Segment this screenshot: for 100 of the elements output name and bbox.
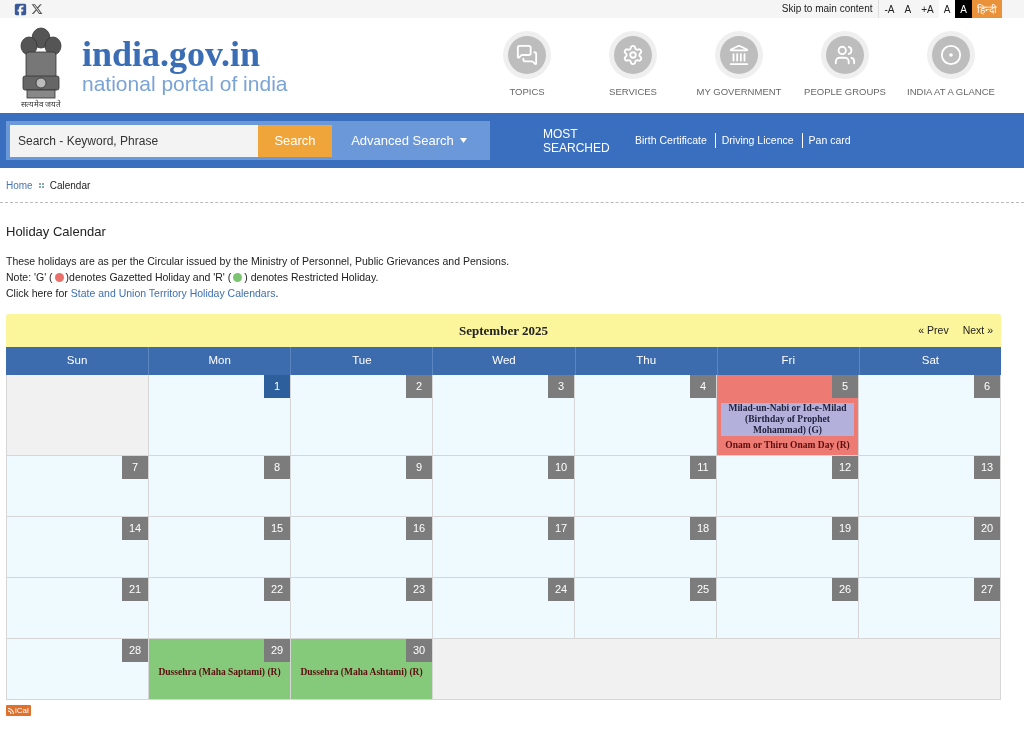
day-cell[interactable]: 27 bbox=[859, 578, 1001, 639]
gear-icon bbox=[622, 44, 644, 67]
advanced-search-button[interactable]: Advanced Search bbox=[332, 124, 486, 157]
text-option-button[interactable]: हिन्दी bbox=[972, 0, 1002, 18]
day-number: 3 bbox=[548, 375, 574, 398]
facebook-icon[interactable] bbox=[14, 2, 27, 16]
day-number: 24 bbox=[548, 578, 574, 601]
day-cell[interactable]: 3 bbox=[433, 375, 575, 456]
day-cell[interactable]: 4 bbox=[575, 375, 717, 456]
nav-link[interactable]: SERVICES bbox=[580, 31, 686, 100]
day-number: 22 bbox=[264, 578, 290, 601]
holiday-name[interactable]: Dussehra (Maha Ashtami) (R) bbox=[300, 667, 423, 678]
day-cell[interactable]: 1 bbox=[149, 375, 291, 456]
day-number: 12 bbox=[832, 456, 858, 479]
day-cell[interactable]: 23 bbox=[291, 578, 433, 639]
day-number: 4 bbox=[690, 375, 716, 398]
building-icon bbox=[728, 44, 750, 67]
day-number: 6 bbox=[974, 375, 1000, 398]
nav-link[interactable]: PEOPLE GROUPS bbox=[792, 31, 898, 100]
day-number: 20 bbox=[974, 517, 1000, 540]
day-number: 27 bbox=[974, 578, 1000, 601]
day-cell[interactable]: 26 bbox=[717, 578, 859, 639]
weekday-header: Sun bbox=[65, 353, 89, 369]
site-logo-text[interactable]: india.gov.in bbox=[82, 35, 288, 72]
day-number: 19 bbox=[832, 517, 858, 540]
day-number: 7 bbox=[122, 456, 148, 479]
day-cell[interactable]: 19 bbox=[717, 517, 859, 578]
day-number: 16 bbox=[406, 517, 432, 540]
day-cell[interactable]: 11 bbox=[575, 456, 717, 517]
day-number: 15 bbox=[264, 517, 290, 540]
day-cell[interactable]: 10 bbox=[433, 456, 575, 517]
breadcrumb-current: Calendar bbox=[49, 178, 91, 193]
day-number: 25 bbox=[690, 578, 716, 601]
next-link[interactable]: Next » bbox=[962, 322, 993, 339]
day-cell[interactable]: 5 Milad-un-Nabi or Id-e-Milad (Birthday of Prophet Mohammad) (G) Onam or Thiru Onam Day (R) bbox=[717, 375, 859, 456]
most-searched-link[interactable]: Birth Certificate bbox=[635, 132, 707, 149]
day-cell[interactable]: 17 bbox=[433, 517, 575, 578]
day-cell[interactable]: 14 bbox=[7, 517, 149, 578]
day-number: 28 bbox=[122, 639, 148, 662]
x-icon[interactable] bbox=[31, 3, 43, 15]
note-text: )denotes Gazetted Holiday and 'R' ( bbox=[65, 270, 232, 285]
day-number: 14 bbox=[122, 517, 148, 540]
note-text: ) denotes Restricted Holiday. bbox=[244, 270, 379, 285]
circle-icon bbox=[940, 44, 962, 67]
day-number: 26 bbox=[832, 578, 858, 601]
caret-icon bbox=[459, 138, 467, 143]
chat-icon bbox=[516, 44, 538, 67]
holiday-name[interactable]: Milad-un-Nabi or Id-e-Milad (Birthday of Prophet Mohammad) (G) bbox=[721, 403, 854, 436]
motto-text: सत्यमेव जयते bbox=[20, 99, 62, 110]
day-number: 9 bbox=[406, 456, 432, 479]
day-cell[interactable]: 8 bbox=[149, 456, 291, 517]
day-cell[interactable]: 15 bbox=[149, 517, 291, 578]
holiday-name[interactable]: Dussehra (Maha Saptami) (R) bbox=[158, 667, 281, 678]
day-number: 21 bbox=[122, 578, 148, 601]
day-cell[interactable]: 12 bbox=[717, 456, 859, 517]
day-cell[interactable]: 28 bbox=[7, 639, 149, 700]
day-cell[interactable]: 7 bbox=[7, 456, 149, 517]
day-cell[interactable]: 13 bbox=[859, 456, 1001, 517]
day-number: 5 bbox=[832, 375, 858, 398]
most-searched-link[interactable]: Pan card bbox=[801, 132, 851, 149]
day-number: 18 bbox=[690, 517, 716, 540]
day-cell[interactable]: 18 bbox=[575, 517, 717, 578]
people-icon bbox=[834, 44, 856, 67]
day-number: 2 bbox=[406, 375, 432, 398]
nav-link[interactable]: MY GOVERNMENT bbox=[686, 31, 792, 100]
feed-icon bbox=[8, 707, 14, 714]
text-option-button[interactable]: A bbox=[955, 0, 972, 18]
breadcrumb-link[interactable]: Home bbox=[6, 177, 33, 193]
day-number: 10 bbox=[548, 456, 574, 479]
page-title: Holiday Calendar bbox=[6, 223, 107, 241]
calendar-link-text: Click here for State and Union Territory Holiday Calendars. bbox=[6, 286, 280, 301]
most-searched-link[interactable]: Driving Licence bbox=[714, 132, 794, 149]
day-cell[interactable]: 25 bbox=[575, 578, 717, 639]
separator-icon bbox=[38, 182, 44, 188]
day-number: 8 bbox=[264, 456, 290, 479]
nav-link[interactable]: INDIA AT A GLANCE bbox=[898, 31, 1004, 100]
day-cell[interactable]: 20 bbox=[859, 517, 1001, 578]
month-title: September 2025 bbox=[459, 321, 548, 340]
day-cell[interactable]: 16 bbox=[291, 517, 433, 578]
day-number: 13 bbox=[974, 456, 1000, 479]
day-cell[interactable]: 29 Dussehra (Maha Saptami) (R) bbox=[149, 639, 291, 700]
day-cell[interactable]: 6 bbox=[859, 375, 1001, 456]
holiday-name[interactable]: Onam or Thiru Onam Day (R) bbox=[725, 440, 850, 451]
day-cell[interactable]: 21 bbox=[7, 578, 149, 639]
day-cell[interactable]: 2 bbox=[291, 375, 433, 456]
note-text: Note: 'G' ( bbox=[6, 270, 53, 285]
day-cell[interactable]: 24 bbox=[433, 578, 575, 639]
day-number: 1 bbox=[264, 375, 290, 398]
search-field[interactable]: Search - Keyword, Phrase bbox=[10, 124, 258, 157]
day-number: 17 bbox=[548, 517, 574, 540]
day-number: 29 bbox=[264, 639, 290, 662]
day-number: 11 bbox=[690, 456, 716, 479]
ical-button[interactable]: iCal bbox=[6, 705, 31, 716]
day-number: 30 bbox=[406, 639, 432, 662]
most-searched-label: MOST SEARCHED bbox=[543, 126, 611, 155]
day-cell[interactable]: 30 Dussehra (Maha Ashtami) (R) bbox=[291, 639, 433, 700]
prev-link[interactable]: « Prev bbox=[918, 322, 949, 339]
day-cell[interactable]: 9 bbox=[291, 456, 433, 517]
nav-link[interactable]: TOPICS bbox=[474, 31, 580, 100]
day-cell[interactable]: 22 bbox=[149, 578, 291, 639]
